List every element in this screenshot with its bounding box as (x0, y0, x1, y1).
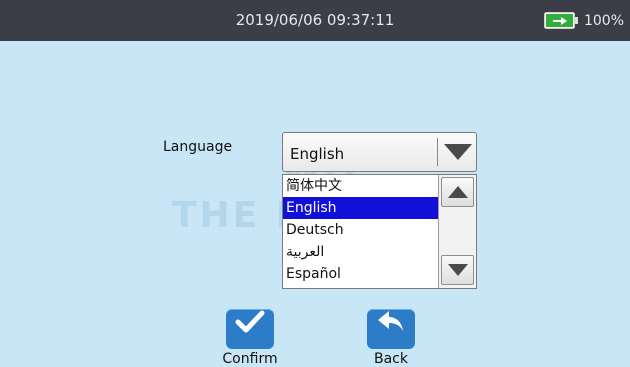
datetime-display: 2019/06/06 09:37:11 (235, 11, 395, 29)
back-action[interactable]: Back (351, 302, 431, 367)
battery-percent: 100% (583, 12, 624, 29)
language-dropdown[interactable]: English (282, 132, 477, 172)
language-selected-value: English (290, 145, 345, 163)
list-item-simplified-chinese[interactable]: 简体中文 (283, 175, 438, 197)
scroll-up-button[interactable] (441, 177, 474, 207)
back-button[interactable] (367, 309, 415, 349)
confirm-action[interactable]: Confirm (210, 302, 290, 367)
list-item-arabic[interactable]: العربية (283, 241, 438, 263)
battery-charging-icon (543, 12, 578, 29)
dropdown-divider (437, 138, 438, 166)
list-item-english[interactable]: English (283, 197, 438, 219)
status-bar: 2019/06/06 09:37:11 100% (0, 0, 630, 41)
chevron-down-icon[interactable] (443, 143, 473, 161)
checkmark-icon (235, 310, 265, 333)
list-item-espanol[interactable]: Español (283, 263, 438, 285)
language-list[interactable]: 简体中文 English Deutsch العربية Español (282, 174, 477, 289)
list-item-deutsch[interactable]: Deutsch (283, 219, 438, 241)
battery-indicator: 100% (543, 11, 624, 30)
back-arrow-icon (378, 311, 403, 331)
triangle-up-icon (448, 186, 468, 198)
list-scrollbar[interactable] (438, 175, 476, 288)
scroll-down-button[interactable] (441, 255, 474, 285)
triangle-down-icon (448, 264, 468, 276)
confirm-button[interactable] (226, 309, 274, 349)
language-label: Language (163, 139, 233, 155)
